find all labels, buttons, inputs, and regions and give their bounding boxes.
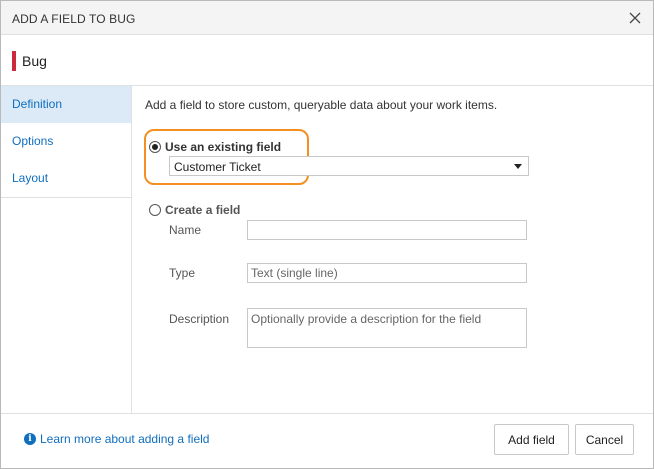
cancel-button[interactable]: Cancel [575, 424, 634, 455]
existing-field-select[interactable]: Customer Ticket [169, 156, 529, 176]
use-existing-field-radio[interactable] [149, 141, 161, 153]
add-field-dialog: ADD A FIELD TO BUG Bug Definition Option… [0, 0, 654, 469]
name-input[interactable] [247, 220, 527, 240]
dialog-footer: i Learn more about adding a field Add fi… [1, 413, 653, 468]
dialog-title: ADD A FIELD TO BUG [12, 12, 136, 26]
sidebar-divider [1, 197, 131, 198]
panel-description: Add a field to store custom, queryable d… [145, 98, 498, 112]
dropdown-caret-icon [514, 164, 522, 169]
help-link[interactable]: i Learn more about adding a field [24, 432, 209, 446]
help-link-text[interactable]: Learn more about adding a field [40, 432, 209, 446]
dialog-title-bar: ADD A FIELD TO BUG [1, 1, 653, 35]
type-label: Type [169, 266, 196, 280]
existing-field-selected-value: Customer Ticket [174, 160, 261, 174]
definition-panel: Add a field to store custom, queryable d… [133, 86, 653, 413]
use-existing-field-label: Use an existing field [165, 140, 282, 154]
name-label: Name [169, 223, 202, 237]
close-icon[interactable] [627, 10, 643, 26]
create-field-label: Create a field [165, 203, 241, 217]
sidebar-nav: Definition Options Layout [1, 86, 132, 413]
use-existing-field-option[interactable]: Use an existing field [149, 140, 281, 154]
work-item-type-header: Bug [1, 36, 653, 86]
work-item-type-name: Bug [22, 53, 47, 69]
sidebar-item-layout[interactable]: Layout [1, 160, 131, 197]
work-item-color-bar [12, 51, 16, 71]
create-field-radio[interactable] [149, 204, 161, 216]
sidebar-item-definition[interactable]: Definition [1, 86, 131, 123]
type-input[interactable] [247, 263, 527, 283]
description-textarea[interactable] [247, 308, 527, 348]
create-field-option[interactable]: Create a field [149, 203, 240, 217]
add-field-button[interactable]: Add field [494, 424, 569, 455]
sidebar-item-options[interactable]: Options [1, 123, 131, 160]
info-icon: i [24, 433, 36, 445]
description-label: Description [169, 312, 230, 326]
